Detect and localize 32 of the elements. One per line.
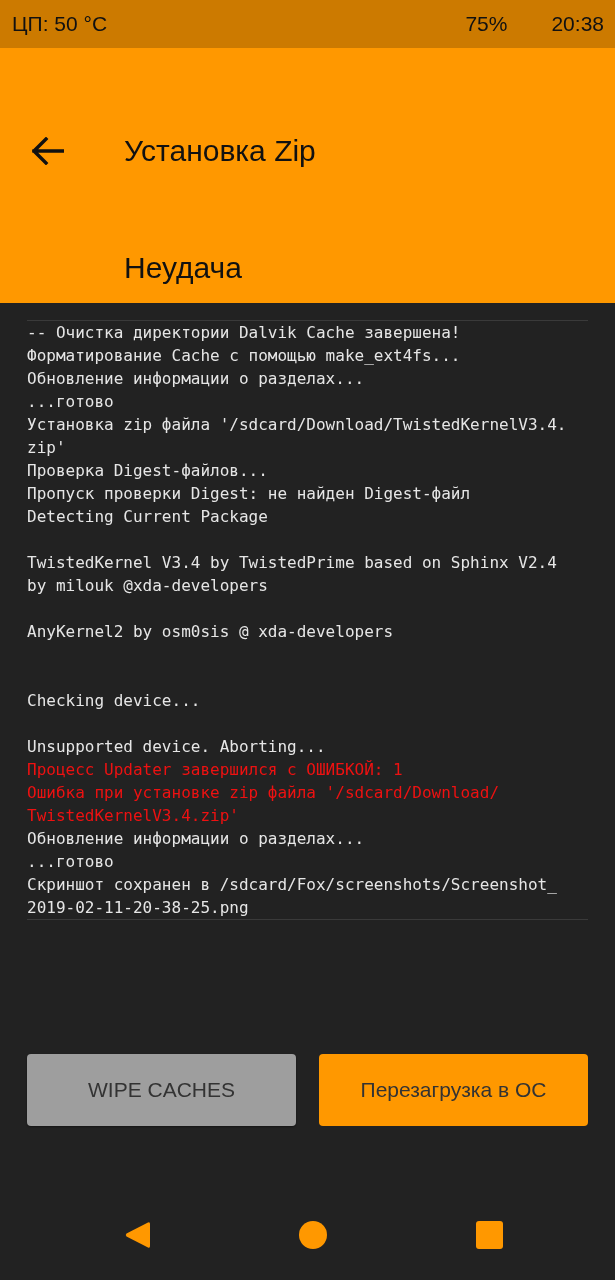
log-line: Обновление информации о разделах...: [27, 828, 365, 850]
log-line: Скриншот сохранен в /sdcard/Fox/screenshots/Screenshot_: [27, 874, 557, 896]
log-line: ...готово: [27, 391, 114, 413]
nav-home-icon[interactable]: [298, 1221, 327, 1249]
log-line: Unsupported device. Aborting...: [27, 736, 326, 758]
log-line: 2019-02-11-20-38-25.png: [27, 897, 249, 919]
log-line: TwistedKernel V3.4 by TwistedPrime based on Sphinx V2.4: [27, 552, 557, 574]
log-line: zip': [27, 437, 66, 459]
log-line: by milouk @xda-developers: [27, 575, 268, 597]
clock: 20:38: [551, 11, 604, 37]
log-line: Форматирование Cache с помощью make_ext4fs...: [27, 345, 461, 367]
log-line: Checking device...: [27, 690, 201, 712]
result-status: Неудача: [124, 250, 242, 286]
error-log-line: Процесс Updater завершился с ОШИБКОЙ: 1: [27, 759, 403, 781]
log-line: Detecting Current Package: [27, 506, 268, 528]
log-line: Обновление информации о разделах...: [27, 368, 365, 390]
log-line: Установка zip файла '/sdcard/Download/TwistedKernelV3.4.: [27, 414, 567, 436]
log-line: -- Очистка директории Dalvik Cache завершена!: [27, 322, 461, 344]
page-title: Установка Zip: [124, 133, 316, 169]
log-line: Проверка Digest-файлов...: [27, 460, 268, 482]
log-line: AnyKernel2 by osm0sis @ xda-developers: [27, 621, 394, 643]
nav-back-icon[interactable]: [124, 1221, 150, 1249]
error-log-line: Ошибка при установке zip файла '/sdcard/Download/: [27, 782, 499, 804]
action-button[interactable]: Перезагрузка в ОС: [319, 1054, 588, 1126]
action-button[interactable]: WIPE CACHES: [27, 1054, 296, 1126]
log-line: Пропуск проверки Digest: не найден Digest-файл: [27, 483, 471, 505]
back-arrow-icon[interactable]: [32, 137, 64, 165]
nav-recents-icon[interactable]: [475, 1221, 503, 1249]
battery-percentage: 75%: [465, 11, 508, 37]
error-log-line: TwistedKernelV3.4.zip': [27, 805, 239, 827]
cpu-temperature: ЦП: 50 °C: [12, 11, 108, 37]
log-line: ...готово: [27, 851, 114, 873]
